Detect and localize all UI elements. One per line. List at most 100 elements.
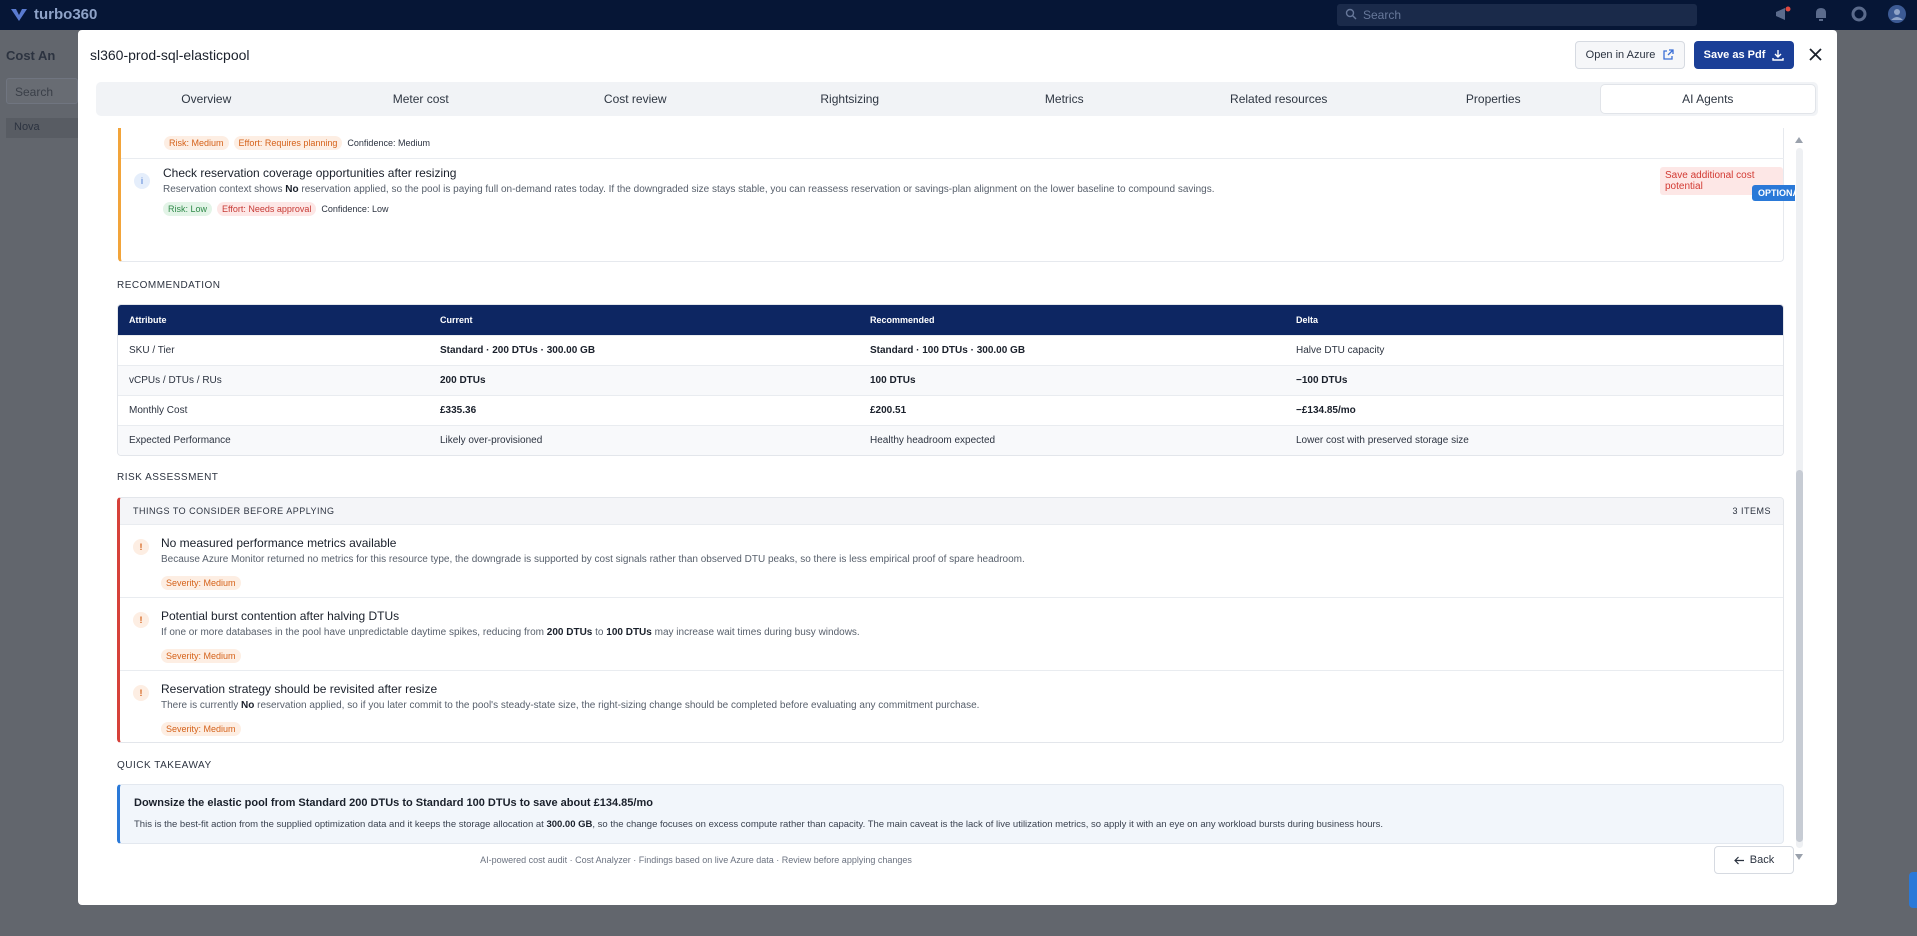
avatar[interactable] [1887,4,1907,24]
severity-badge: Severity: Medium [161,576,241,590]
severity-badge: Severity: Medium [161,649,241,663]
tab-ai-agents[interactable]: AI Agents [1600,85,1815,113]
warning-icon: ! [133,539,149,555]
risk-count-badge: 3 ITEMS [1732,506,1771,516]
column-header: Current [429,305,859,335]
tab-cost-review[interactable]: Cost review [528,85,743,113]
recommendation-heading: RECOMMENDATION [117,280,221,291]
open-in-azure-button[interactable]: Open in Azure [1575,41,1685,69]
table-cell: Monthly Cost [118,395,429,425]
confidence-label: Confidence: Medium [347,138,430,148]
scroll-up-arrow-icon[interactable] [1795,137,1803,143]
risk-item-description: Because Azure Monitor returned no metric… [161,554,1025,565]
search-icon [1345,8,1357,20]
table-row: Expected Performance Likely over-provisi… [118,425,1783,455]
save-as-pdf-button[interactable]: Save as Pdf [1694,41,1794,69]
table-cell: Lower cost with preserved storage size [1285,425,1783,455]
gear-icon[interactable] [1849,4,1869,24]
risk-assessment-card: THINGS TO CONSIDER BEFORE APPLYING 3 ITE… [117,497,1784,743]
table-cell: 100 DTUs [859,365,1285,395]
scrollbar-thumb[interactable] [1796,470,1803,842]
severity-badge: Severity: Medium [161,722,241,736]
risk-header-title: THINGS TO CONSIDER BEFORE APPLYING [133,506,335,516]
risk-assessment-heading: RISK ASSESSMENT [117,472,219,483]
finding-tags: Risk: Low Effort: Needs approval Confide… [163,202,388,216]
ai-agents-content: Risk: Medium Effort: Requires planning C… [78,128,1795,864]
warning-icon: ! [133,685,149,701]
table-cell: Healthy headroom expected [859,425,1285,455]
external-link-icon [1663,49,1675,60]
table-row: Monthly Cost £335.36 £200.51 −£134.85/mo [118,395,1783,425]
risk-item-title: Potential burst contention after halving… [161,609,400,623]
findings-card: Risk: Medium Effort: Requires planning C… [118,128,1795,262]
confidence-label: Confidence: Low [321,204,389,214]
takeaway-description: This is the best-fit action from the sup… [134,819,1384,830]
finding-description: Reservation context shows No reservation… [163,184,1215,195]
table-cell: −100 DTUs [1285,365,1783,395]
modal-tabs: Overview Meter cost Cost review Rightsiz… [96,82,1818,116]
column-header: Delta [1285,305,1783,335]
table-cell: Likely over-provisioned [429,425,859,455]
risk-badge: Risk: Medium [164,136,229,150]
optional-badge: OPTIONAL [1752,185,1795,201]
table-cell: SKU / Tier [118,335,429,365]
table-cell: vCPUs / DTUs / RUs [118,365,429,395]
global-search-placeholder: Search [1363,8,1402,22]
quick-takeaway-card: Downsize the elastic pool from Standard … [117,784,1784,844]
table-row: SKU / Tier Standard · 200 DTUs · 300.00 … [118,335,1783,365]
background-tree-item: Nova [6,118,78,138]
tab-rightsizing[interactable]: Rightsizing [743,85,958,113]
content-scrollbar[interactable] [1793,134,1805,864]
tab-metrics[interactable]: Metrics [957,85,1172,113]
tab-related-resources[interactable]: Related resources [1172,85,1387,113]
risk-item-title: Reservation strategy should be revisited… [161,682,438,696]
brand-name: turbo360 [34,6,98,23]
global-search-input[interactable]: Search [1337,4,1697,26]
column-header: Attribute [118,305,429,335]
brand-logo[interactable]: turbo360 [10,6,97,23]
back-button-label: Back [1749,854,1775,866]
risk-badge: Risk: Low [163,202,213,216]
back-button[interactable]: Back [1714,846,1794,874]
risk-item: ! Potential burst contention after halvi… [120,597,1783,670]
save-as-pdf-label: Save as Pdf [1703,49,1766,61]
top-navigation-bar: turbo360 Search [0,0,1917,30]
warning-icon: ! [133,612,149,628]
megaphone-icon[interactable] [1773,4,1793,24]
risk-item: ! Reservation strategy should be revisit… [120,670,1783,742]
close-icon [1808,47,1822,61]
bell-icon[interactable] [1811,4,1831,24]
table-cell: £335.36 [429,395,859,425]
risk-item: ! No measured performance metrics availa… [120,524,1783,597]
resource-detail-modal: sl360-prod-sql-elasticpool Open in Azure… [78,30,1837,905]
tab-meter-cost[interactable]: Meter cost [314,85,529,113]
table-cell: −£134.85/mo [1285,395,1783,425]
risk-item-title: No measured performance metrics availabl… [161,536,397,550]
divider [121,158,1784,159]
recommendation-table: Attribute Current Recommended Delta SKU … [117,304,1784,456]
table-cell: Expected Performance [118,425,429,455]
modal-title: sl360-prod-sql-elasticpool [90,47,250,63]
open-in-azure-label: Open in Azure [1585,49,1656,61]
table-cell: 200 DTUs [429,365,859,395]
background-page-title: Cost An [6,48,56,63]
table-cell: Halve DTU capacity [1285,335,1783,365]
table-row: vCPUs / DTUs / RUs 200 DTUs 100 DTUs −10… [118,365,1783,395]
column-header: Recommended [859,305,1285,335]
arrow-left-icon [1733,856,1744,864]
risk-item-description: If one or more databases in the pool hav… [161,627,860,638]
footer-note: AI-powered cost audit · Cost Analyzer · … [480,855,912,865]
previous-finding-tags: Risk: Medium Effort: Requires planning C… [164,136,430,150]
brand-logo-icon [11,8,27,21]
table-cell: Standard · 100 DTUs · 300.00 GB [859,335,1285,365]
table-header-row: Attribute Current Recommended Delta [118,305,1783,335]
finding-title: Check reservation coverage opportunities… [163,166,457,180]
tab-properties[interactable]: Properties [1386,85,1601,113]
risk-item-description: There is currently No reservation applie… [161,700,980,711]
tab-overview[interactable]: Overview [99,85,314,113]
floating-help-button[interactable] [1909,872,1917,908]
table-cell: Standard · 200 DTUs · 300.00 GB [429,335,859,365]
effort-badge: Effort: Needs approval [217,202,317,216]
close-button[interactable] [1804,43,1826,65]
takeaway-title: Downsize the elastic pool from Standard … [134,797,653,809]
